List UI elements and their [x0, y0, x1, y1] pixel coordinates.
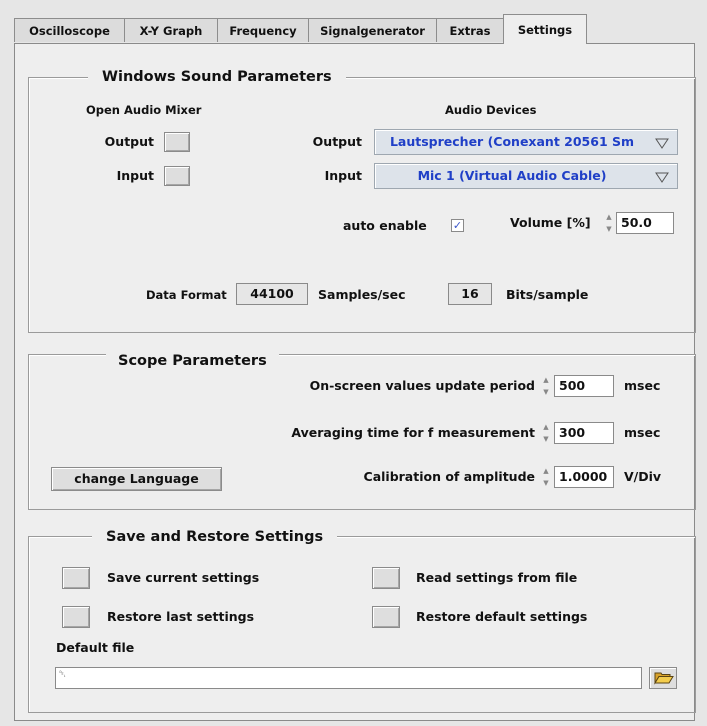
tab-oscilloscope[interactable]: Oscilloscope [14, 18, 125, 42]
calibration-input[interactable]: 1.0000 [554, 466, 614, 488]
averaging-label: Averaging time for f measurement [291, 425, 535, 440]
sample-rate-value: 44100 [236, 283, 308, 305]
restore-last-label: Restore last settings [107, 609, 255, 624]
save-current-label: Save current settings [107, 570, 260, 585]
folder-open-icon [654, 672, 674, 685]
triangle-down-icon [655, 172, 669, 183]
device-output-label: Output [312, 134, 362, 149]
calibration-label: Calibration of amplitude [363, 469, 535, 484]
tab-settings[interactable]: Settings [503, 14, 587, 44]
tab-xy-graph[interactable]: X-Y Graph [124, 18, 218, 42]
tab-frequency[interactable]: Frequency [217, 18, 309, 42]
mixer-output-label: Output [104, 134, 154, 149]
volume-input[interactable]: 50.0 [616, 212, 674, 234]
restore-default-button[interactable] [372, 606, 400, 628]
tab-extras[interactable]: Extras [436, 18, 504, 42]
input-device-select[interactable]: Mic 1 (Virtual Audio Cable) [374, 163, 678, 189]
update-period-label: On-screen values update period [309, 378, 535, 393]
devices-header: Audio Devices [445, 103, 537, 117]
update-period-input[interactable]: 500 [554, 375, 614, 397]
averaging-input[interactable]: 300 [554, 422, 614, 444]
data-format-label: Data Format [146, 288, 227, 302]
mixer-input-label: Input [116, 168, 154, 183]
averaging-unit: msec [624, 425, 661, 440]
save-current-button[interactable] [62, 567, 90, 589]
update-period-unit: msec [624, 378, 661, 393]
browse-button[interactable] [649, 667, 677, 689]
restore-last-button[interactable] [62, 606, 90, 628]
bits-unit: Bits/sample [506, 287, 589, 302]
triangle-down-icon [655, 138, 669, 149]
up-down-spinner-icon[interactable]: ▲ ▼ [541, 375, 551, 397]
scope-title: Scope Parameters [106, 352, 279, 370]
auto-enable-checkbox[interactable]: ✓ [451, 219, 464, 232]
up-down-spinner-icon[interactable]: ▲ ▼ [541, 466, 551, 488]
up-down-spinner-icon[interactable]: ▲ ▼ [541, 422, 551, 444]
change-language-button[interactable]: change Language [51, 467, 222, 491]
restore-default-label: Restore default settings [416, 609, 588, 624]
read-file-label: Read settings from file [416, 570, 578, 585]
input-device-value: Mic 1 (Virtual Audio Cable) [417, 168, 607, 183]
samples-unit: Samples/sec [318, 287, 406, 302]
windows-sound-title: Windows Sound Parameters [88, 68, 346, 86]
device-input-label: Input [324, 168, 362, 183]
read-file-button[interactable] [372, 567, 400, 589]
path-type-icon: ␡ [59, 670, 67, 680]
calibration-unit: V/Div [624, 469, 662, 484]
tab-signalgenerator[interactable]: Signalgenerator [308, 18, 437, 42]
output-device-value: Lautsprecher (Conexant 20561 Sm [389, 134, 635, 149]
auto-enable-label: auto enable [343, 218, 427, 233]
bits-value: 16 [448, 283, 492, 305]
default-file-label: Default file [56, 640, 135, 655]
save-restore-title: Save and Restore Settings [92, 528, 338, 546]
mixer-header: Open Audio Mixer [86, 103, 202, 117]
volume-label: Volume [%] [510, 215, 591, 230]
output-device-select[interactable]: Lautsprecher (Conexant 20561 Sm [374, 129, 678, 155]
default-file-input[interactable]: ␡ [55, 667, 642, 689]
mixer-output-button[interactable] [164, 132, 190, 152]
up-down-spinner-icon[interactable]: ▲ ▼ [604, 212, 614, 234]
tab-bar: Oscilloscope X-Y Graph Frequency Signalg… [0, 0, 707, 44]
mixer-input-button[interactable] [164, 166, 190, 186]
